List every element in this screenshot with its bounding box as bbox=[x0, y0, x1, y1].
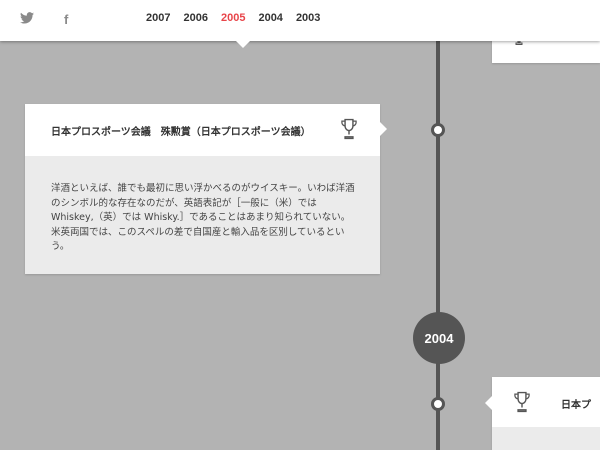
trophy-icon bbox=[341, 118, 357, 144]
year-tab-2004[interactable]: 2004 bbox=[258, 12, 282, 24]
card-body bbox=[492, 427, 600, 450]
active-year-pointer bbox=[236, 41, 250, 48]
twitter-bird-glyph bbox=[20, 12, 34, 24]
year-nav: 2007 2006 2005 2004 2003 bbox=[146, 12, 333, 24]
card-arrow bbox=[380, 122, 387, 136]
card-body: 洋酒といえば、誰でも最初に思い浮かべるのがウイスキー。いわば洋酒 のシンボル的な… bbox=[25, 156, 380, 274]
card-title: 日本プロスポーツ会議 殊勲賞（日本プロスポーツ会議） bbox=[51, 127, 311, 138]
timeline-card[interactable]: 日本プロスポーツ会議 殊勲賞（日本プロスポーツ会議） 洋酒といえば、誰でも最初に… bbox=[25, 104, 387, 274]
timeline-node[interactable] bbox=[431, 123, 445, 137]
card-description: 洋酒といえば、誰でも最初に思い浮かべるのがウイスキー。いわば洋酒 のシンボル的な… bbox=[51, 182, 361, 255]
year-tab-2005[interactable]: 2005 bbox=[221, 12, 245, 24]
year-marker[interactable]: 2004 bbox=[413, 312, 465, 364]
card-arrow bbox=[485, 396, 492, 410]
card-description-line: Whiskey,（英）では Whisky.］であることはあまり知られていない。 bbox=[51, 212, 351, 223]
card-header: 日本プ bbox=[492, 377, 600, 427]
timeline-line bbox=[436, 0, 440, 450]
trophy-icon bbox=[514, 391, 530, 417]
card-description-line: のシンボル的な存在なのだが、英語表記が［一般に（米）では bbox=[51, 197, 317, 209]
timeline-node[interactable] bbox=[431, 397, 445, 411]
facebook-icon[interactable]: f bbox=[64, 12, 68, 27]
card-header: 日本プロスポーツ会議 殊勲賞（日本プロスポーツ会議） bbox=[25, 104, 380, 156]
card-description-line: 洋酒といえば、誰でも最初に思い浮かべるのがウイスキー。いわば洋酒 bbox=[51, 183, 355, 194]
year-tab-2006[interactable]: 2006 bbox=[183, 12, 207, 24]
top-nav-bar: f 2007 2006 2005 2004 2003 bbox=[0, 0, 600, 41]
year-tab-2003[interactable]: 2003 bbox=[296, 12, 320, 24]
year-tab-2007[interactable]: 2007 bbox=[146, 12, 170, 24]
twitter-icon[interactable] bbox=[20, 12, 34, 28]
card-title: 日本プ bbox=[561, 400, 591, 411]
card-description-line: 米英両国では、このスペルの差で自国産と輸入品を区別しているとい bbox=[51, 226, 345, 238]
card-description-line: う。 bbox=[51, 241, 70, 252]
timeline-card-partial[interactable]: 日本プ bbox=[492, 377, 600, 450]
